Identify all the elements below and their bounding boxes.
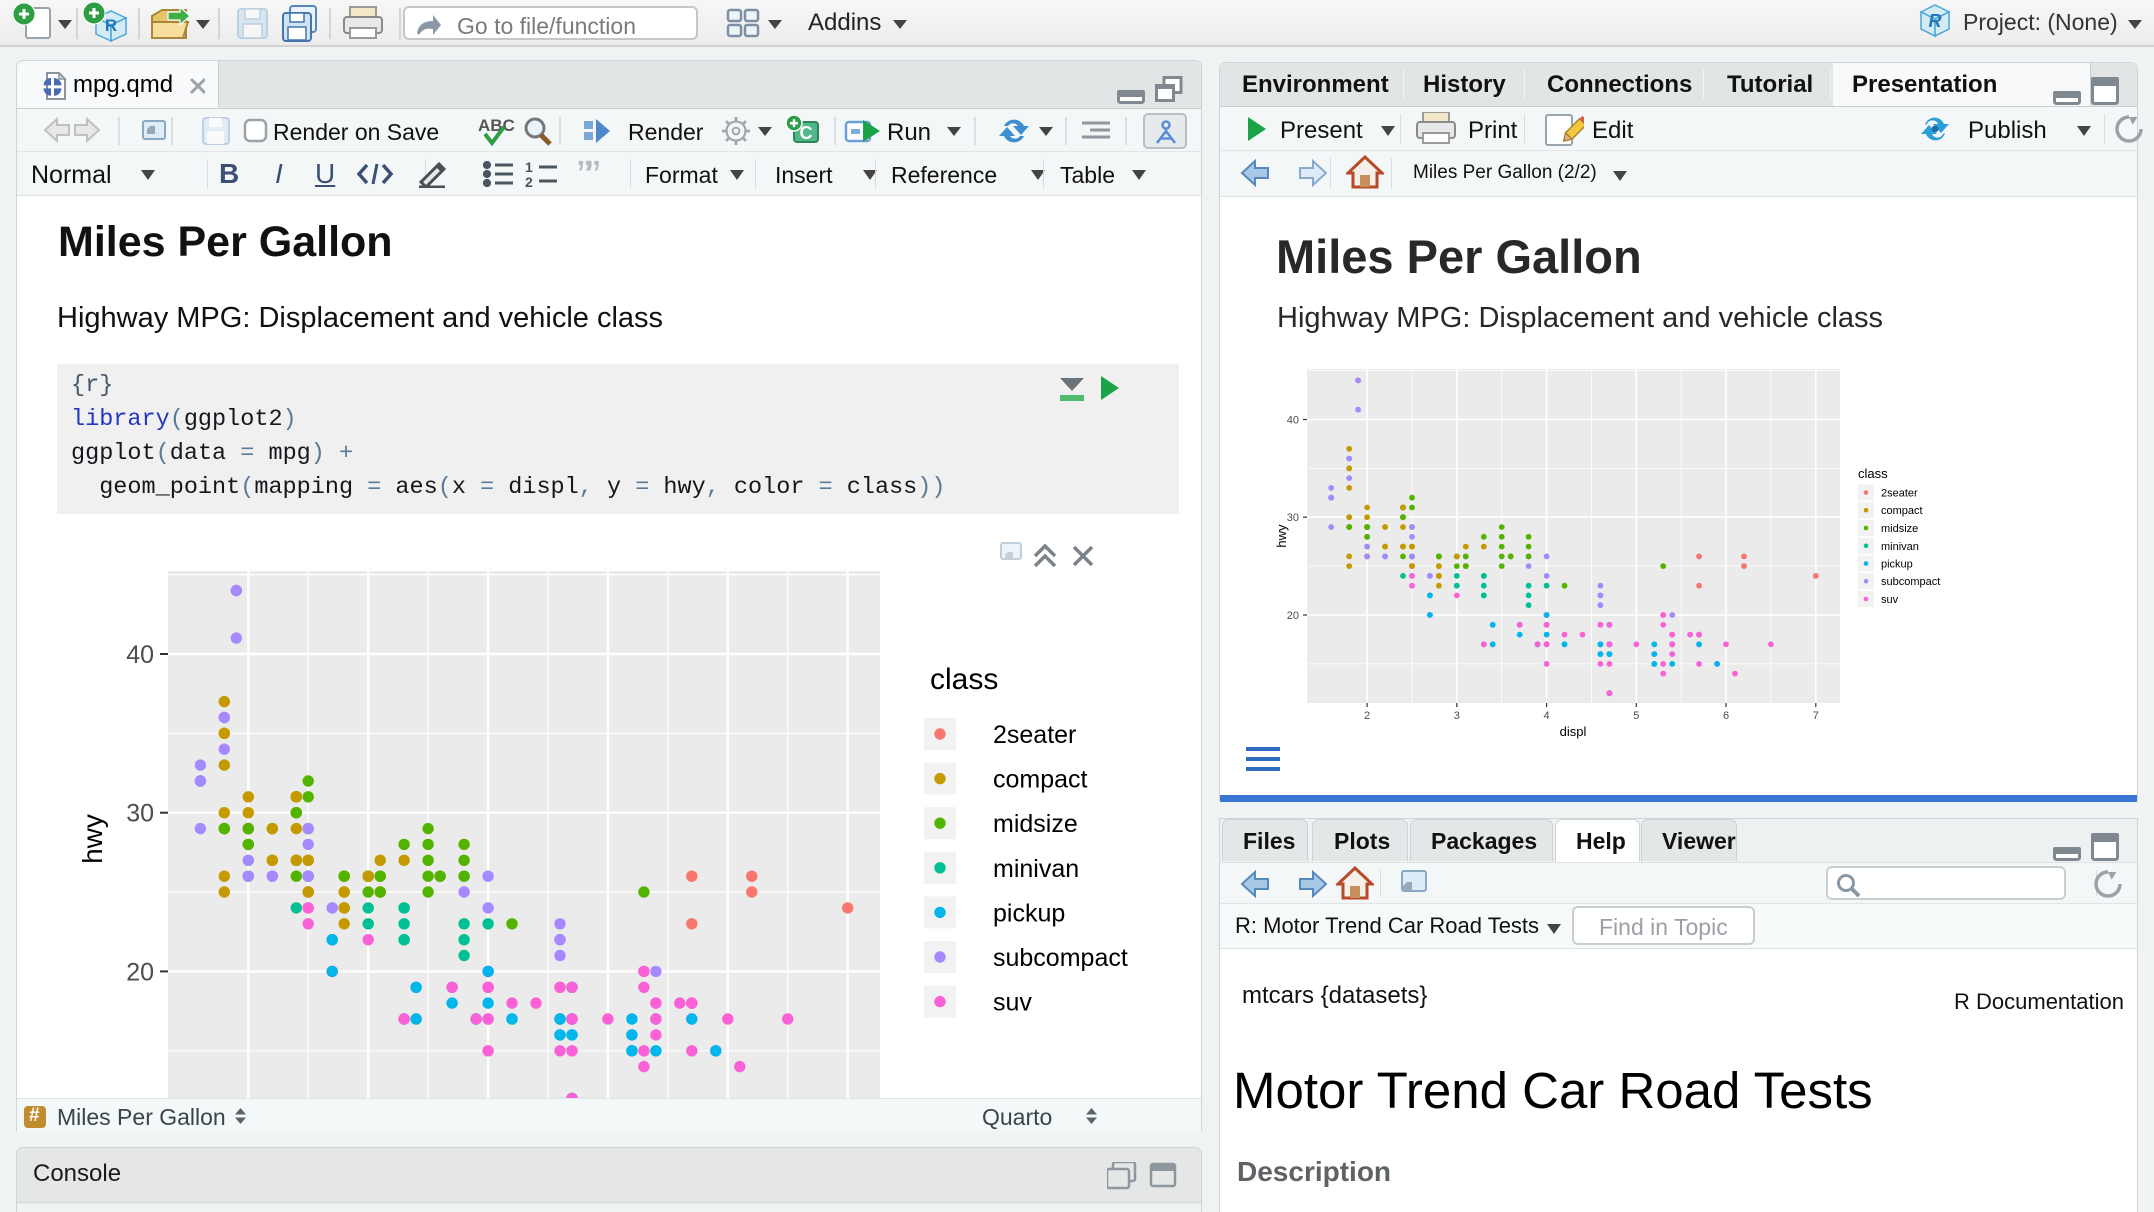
svg-text:displ: displ: [1560, 724, 1587, 739]
svg-text:class: class: [1858, 466, 1888, 481]
svg-text:40: 40: [1287, 415, 1299, 427]
svg-text:2seater: 2seater: [993, 721, 1076, 749]
svg-text:minivan: minivan: [1881, 541, 1919, 553]
svg-text:30: 30: [1287, 512, 1299, 524]
svg-text:4: 4: [1544, 710, 1550, 722]
svg-text:Run: Run: [887, 119, 931, 146]
svg-text:20: 20: [1287, 610, 1299, 622]
svg-text:minivan: minivan: [993, 855, 1079, 883]
svg-text:30: 30: [126, 800, 154, 828]
svg-text:midsize: midsize: [993, 810, 1078, 838]
svg-text:compact: compact: [993, 766, 1088, 794]
svg-text:5: 5: [1633, 710, 1639, 722]
svg-text:Render on Save: Render on Save: [273, 119, 439, 145]
svg-text:suv: suv: [993, 989, 1032, 1017]
svg-text:Render: Render: [628, 119, 704, 145]
svg-text:subcompact: subcompact: [1881, 576, 1940, 588]
svg-text:ABC: ABC: [478, 116, 515, 135]
svg-text:pickup: pickup: [993, 899, 1065, 927]
svg-text:compact: compact: [1881, 505, 1923, 517]
svg-text:7: 7: [1813, 710, 1819, 722]
svg-text:R: R: [105, 16, 117, 35]
svg-text:subcompact: subcompact: [993, 944, 1128, 972]
svg-text:40: 40: [126, 641, 154, 669]
svg-text:midsize: midsize: [1881, 523, 1918, 535]
svg-text:20: 20: [126, 958, 154, 986]
svg-text:hwy: hwy: [1274, 524, 1289, 548]
svg-text:hwy: hwy: [77, 814, 108, 864]
svg-text:class: class: [930, 663, 998, 696]
svg-text:R: R: [1929, 11, 1942, 31]
svg-text:2seater: 2seater: [1881, 488, 1918, 500]
svg-text:6: 6: [1723, 710, 1729, 722]
svg-text:pickup: pickup: [1881, 559, 1913, 571]
svg-text:3: 3: [1454, 710, 1460, 722]
svg-text:suv: suv: [1881, 594, 1899, 606]
svg-text:2: 2: [525, 174, 533, 187]
svg-text:2: 2: [1364, 710, 1370, 722]
svg-text:1: 1: [525, 161, 533, 175]
